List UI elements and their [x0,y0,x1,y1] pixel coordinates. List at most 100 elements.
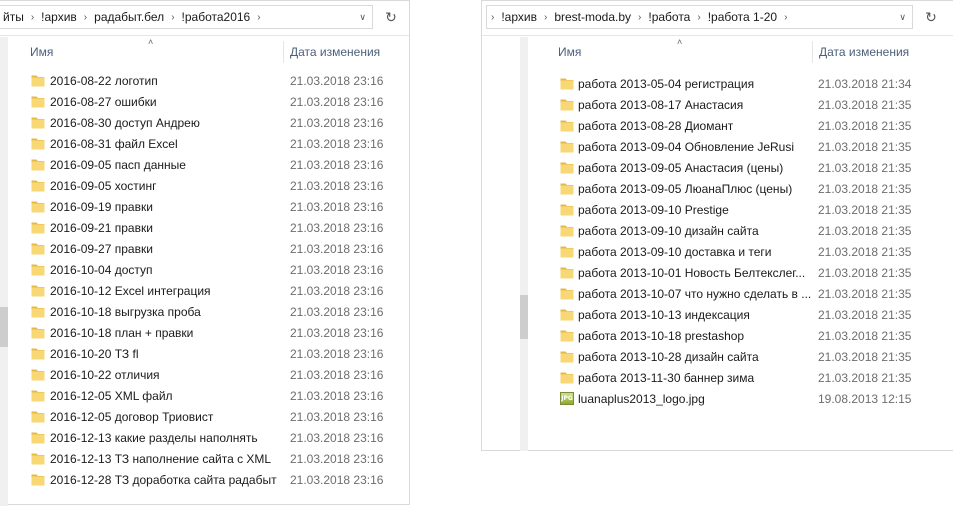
column-header-name[interactable]: Имя [558,45,581,59]
chevron-right-icon[interactable]: › [253,12,264,23]
item-date-modified: 21.03.2018 23:16 [290,74,384,88]
folder-icon [560,245,574,258]
list-item[interactable]: 2016-12-28 ТЗ доработка сайта радабыт 21.… [0,469,409,490]
list-item[interactable]: 2016-10-18 план + правки 21.03.2018 23:16 [0,322,409,343]
chevron-right-icon[interactable]: › [693,12,704,23]
item-date-modified: 21.03.2018 23:16 [290,305,384,319]
folder-icon [31,179,45,192]
item-date-modified: 21.03.2018 23:16 [290,221,384,235]
list-item[interactable]: 2016-08-31 файл Excel 21.03.2018 23:16 [0,133,409,154]
list-item[interactable]: 2016-09-05 пасп данные 21.03.2018 23:16 [0,154,409,175]
breadcrumb-item[interactable]: радабыт.бел [91,10,167,24]
item-date-modified: 21.03.2018 23:16 [290,158,384,172]
item-date-modified: 21.03.2018 23:16 [290,431,384,445]
item-date-modified: 21.03.2018 21:35 [818,182,912,196]
list-item[interactable]: 2016-12-05 договор Триовист 21.03.2018 23… [0,406,409,427]
item-name: работа 2013-09-10 Prestige [578,203,729,217]
column-divider[interactable] [283,41,284,63]
list-item[interactable]: 2016-09-19 правки 21.03.2018 23:16 [0,196,409,217]
chevron-down-icon[interactable]: ∨ [893,12,912,23]
folder-icon [560,224,574,237]
list-item[interactable]: 2016-10-22 отличия 21.03.2018 23:16 [0,364,409,385]
item-date-modified: 21.03.2018 21:35 [818,329,912,343]
breadcrumb-item[interactable]: !работа2016 [179,10,254,24]
folder-icon [31,431,45,444]
item-date-modified: 21.03.2018 23:16 [290,389,384,403]
folder-icon [560,350,574,363]
list-item[interactable]: JPG luanaplus2013_logo.jpg 19.08.2013 12:1… [482,388,953,409]
list-item[interactable]: работа 2013-09-05 ЛюанаПлюс (цены) 21.03.… [482,178,953,199]
item-date-modified: 21.03.2018 23:16 [290,242,384,256]
folder-icon [31,158,45,171]
list-item[interactable]: работа 2013-09-04 Обновление JeRusi 21.03… [482,136,953,157]
chevron-down-icon[interactable]: ∨ [353,12,372,23]
sort-ascending-icon: ˄ [148,37,154,47]
item-name: работа 2013-11-30 баннер зима [578,371,755,385]
column-header-date[interactable]: Дата изменения [290,45,380,59]
list-item[interactable]: работа 2013-10-18 prestashop 21.03.2018 2… [482,325,953,346]
item-name: 2016-12-13 ТЗ наполнение сайта с XML [50,452,272,466]
chevron-right-icon[interactable]: › [634,12,645,23]
folder-icon [560,98,574,111]
column-header-date[interactable]: Дата изменения [819,45,909,59]
item-name: 2016-10-22 отличия [50,368,160,382]
breadcrumb-item[interactable]: йты [0,10,27,24]
list-item[interactable]: работа 2013-09-10 доставка и теги 21.03.2… [482,241,953,262]
list-item[interactable]: 2016-12-05 XML файл 21.03.2018 23:16 [0,385,409,406]
list-item[interactable]: 2016-12-13 какие разделы наполнять 21.03.… [0,427,409,448]
list-item[interactable]: 2016-09-05 хостинг 21.03.2018 23:16 [0,175,409,196]
explorer-window-left: йты › !архив › радабыт.бел › !работа2016 › ∨ ↻ ˄… [0,0,410,506]
breadcrumb-item[interactable]: !работа [645,10,693,24]
breadcrumb[interactable]: йты › !архив › радабыт.бел › !работа2016 › ∨ [0,5,373,29]
list-item[interactable]: работа 2013-05-04 регистрация 21.03.2018 … [482,73,953,94]
list-item[interactable]: 2016-08-30 доступ Андрею 21.03.2018 23:16 [0,112,409,133]
breadcrumb[interactable]: › !архив › brest-moda.by › !работа › !работа 1-… [486,5,913,29]
item-date-modified: 21.03.2018 21:35 [818,203,912,217]
breadcrumb-item[interactable]: !работа 1-20 [705,10,780,24]
item-name: работа 2013-05-04 регистрация [578,77,755,91]
item-date-modified: 21.03.2018 21:35 [818,224,912,238]
breadcrumb-item[interactable]: !архив [498,10,540,24]
list-item[interactable]: 2016-09-21 правки 21.03.2018 23:16 [0,217,409,238]
list-item[interactable]: 2016-12-13 ТЗ наполнение сайта с XML 21.0… [0,448,409,469]
list-item[interactable]: работа 2013-08-17 Анастасия 21.03.2018 21… [482,94,953,115]
list-item[interactable]: работа 2013-10-13 индексация 21.03.2018 2… [482,304,953,325]
chevron-right-icon[interactable]: › [780,12,791,23]
address-bar: йты › !архив › радабыт.бел › !работа2016 › ∨ ↻ [0,1,409,36]
chevron-right-icon[interactable]: › [27,12,38,23]
chevron-right-icon[interactable]: › [487,12,498,23]
item-date-modified: 21.03.2018 23:16 [290,263,384,277]
list-item[interactable]: 2016-10-20 ТЗ fl 21.03.2018 23:16 [0,343,409,364]
item-name: 2016-12-13 какие разделы наполнять [50,431,258,445]
list-item[interactable]: работа 2013-10-07 что нужно сделать в ..… [482,283,953,304]
list-item[interactable]: работа 2013-08-28 Диомант 21.03.2018 21:3… [482,115,953,136]
list-item[interactable]: 2016-08-27 ошибки 21.03.2018 23:16 [0,91,409,112]
list-item[interactable]: 2016-10-18 выгрузка проба 21.03.2018 23:1… [0,301,409,322]
column-divider[interactable] [812,41,813,63]
item-name: работа 2013-10-18 prestashop [578,329,745,343]
column-header-name[interactable]: Имя [30,45,53,59]
item-name: 2016-08-22 логотип [50,74,158,88]
folder-icon [560,266,574,279]
refresh-icon[interactable]: ↻ [377,5,405,29]
list-item[interactable]: 2016-08-22 логотип 21.03.2018 23:16 [0,70,409,91]
list-item[interactable]: 2016-10-12 Excel интеграция 21.03.2018 23… [0,280,409,301]
item-name: 2016-12-05 XML файл [50,389,173,403]
list-item[interactable]: 2016-09-27 правки 21.03.2018 23:16 [0,238,409,259]
list-item[interactable]: работа 2013-09-10 дизайн сайта 21.03.2018… [482,220,953,241]
list-item[interactable]: работа 2013-09-05 Анастасия (цены) 21.03.… [482,157,953,178]
folder-icon [31,305,45,318]
list-item[interactable]: работа 2013-10-01 Новость Белтекслег... 2… [482,262,953,283]
breadcrumb-item[interactable]: !архив [38,10,80,24]
list-item[interactable]: работа 2013-09-10 Prestige 21.03.2018 21:… [482,199,953,220]
list-item[interactable]: работа 2013-10-28 дизайн сайта 21.03.2018… [482,346,953,367]
chevron-right-icon[interactable]: › [80,12,91,23]
refresh-icon[interactable]: ↻ [917,5,945,29]
chevron-right-icon[interactable]: › [540,12,551,23]
list-item[interactable]: работа 2013-11-30 баннер зима 21.03.2018 … [482,367,953,388]
chevron-right-icon[interactable]: › [167,12,178,23]
list-item[interactable]: 2016-10-04 доступ 21.03.2018 23:16 [0,259,409,280]
item-name: работа 2013-10-13 индексация [578,308,750,322]
breadcrumb-item[interactable]: brest-moda.by [551,10,634,24]
item-name: 2016-09-27 правки [50,242,153,256]
